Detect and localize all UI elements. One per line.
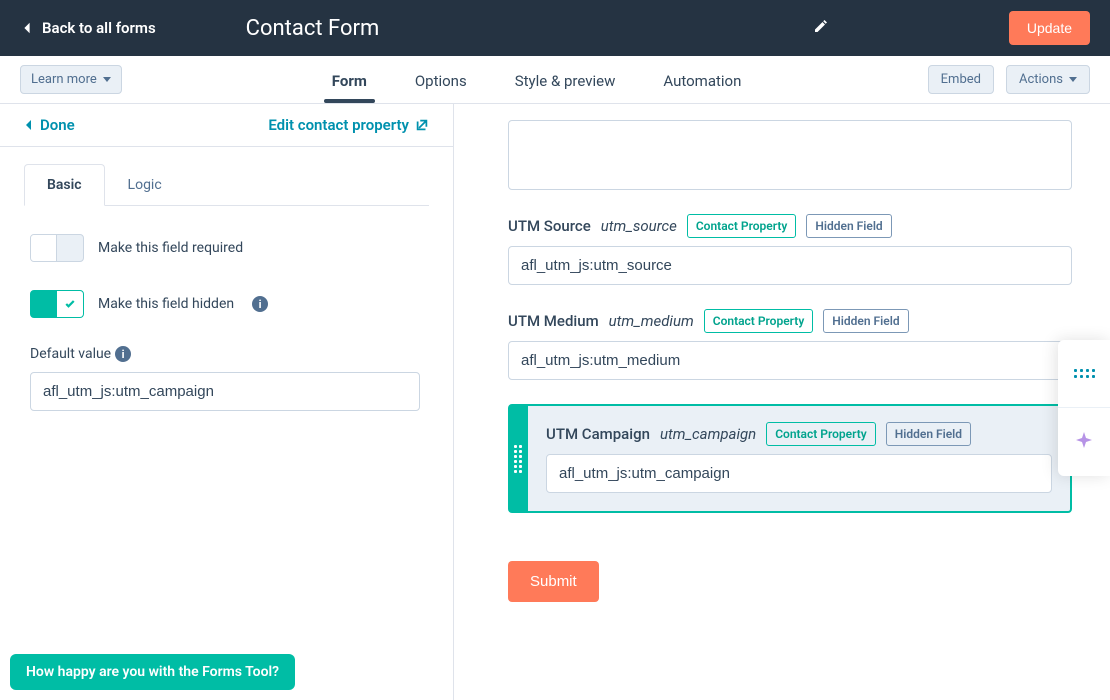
actions-button[interactable]: Actions [1006, 65, 1090, 94]
hidden-field-badge: Hidden Field [806, 214, 891, 238]
required-label: Make this field required [98, 240, 243, 256]
tab-form[interactable]: Form [332, 60, 367, 100]
field-label: UTM Source [508, 217, 591, 235]
contact-property-badge: Contact Property [687, 214, 797, 238]
back-to-forms[interactable]: Back to all forms [20, 19, 156, 37]
chevron-left-icon [24, 119, 32, 131]
drag-handle-icon[interactable] [514, 445, 522, 473]
info-icon[interactable]: i [252, 296, 268, 312]
edit-title-button[interactable] [813, 18, 829, 38]
edit-contact-property-link[interactable]: Edit contact property [268, 116, 429, 134]
grid-icon [1074, 369, 1095, 378]
info-icon[interactable]: i [115, 346, 131, 362]
update-button[interactable]: Update [1009, 11, 1090, 45]
sparkle-icon [1072, 430, 1096, 454]
learn-more-button[interactable]: Learn more [20, 65, 122, 94]
tab-options[interactable]: Options [415, 60, 467, 100]
selected-field[interactable]: UTM Campaign utm_campaign Contact Proper… [508, 404, 1072, 513]
hidden-field-badge: Hidden Field [823, 309, 908, 333]
subtab-logic[interactable]: Logic [105, 164, 185, 206]
default-value-label: Default value [30, 346, 111, 362]
external-link-icon [415, 118, 429, 132]
survey-bubble[interactable]: How happy are you with the Forms Tool? [10, 654, 295, 690]
field-label: UTM Campaign [546, 425, 650, 443]
hidden-toggle[interactable] [30, 290, 84, 318]
ai-tool-button[interactable] [1058, 408, 1110, 476]
page-title: Contact Form [246, 16, 380, 41]
tab-automation[interactable]: Automation [663, 60, 741, 100]
hidden-label: Make this field hidden [98, 296, 234, 312]
pencil-icon [813, 18, 829, 34]
hidden-field-badge: Hidden Field [886, 422, 971, 446]
subtab-basic[interactable]: Basic [24, 164, 105, 206]
field-slug: utm_source [601, 217, 677, 235]
textarea-field[interactable] [508, 120, 1072, 190]
field-slug: utm_campaign [660, 425, 756, 443]
tab-style-preview[interactable]: Style & preview [515, 60, 616, 100]
utm-medium-input[interactable] [508, 341, 1072, 380]
chevron-left-icon [20, 21, 34, 35]
check-icon [64, 298, 76, 310]
required-toggle[interactable] [30, 234, 84, 262]
submit-button[interactable]: Submit [508, 561, 599, 602]
default-value-input[interactable] [30, 372, 420, 411]
contact-property-badge: Contact Property [766, 422, 876, 446]
back-label: Back to all forms [42, 19, 156, 37]
right-rail [1058, 340, 1110, 476]
grid-tool-button[interactable] [1058, 340, 1110, 408]
contact-property-badge: Contact Property [704, 309, 814, 333]
utm-source-input[interactable] [508, 246, 1072, 285]
field-label: UTM Medium [508, 312, 599, 330]
embed-button[interactable]: Embed [928, 65, 994, 94]
done-button[interactable]: Done [24, 116, 75, 134]
field-slug: utm_medium [609, 312, 694, 330]
utm-campaign-input[interactable] [546, 454, 1052, 493]
